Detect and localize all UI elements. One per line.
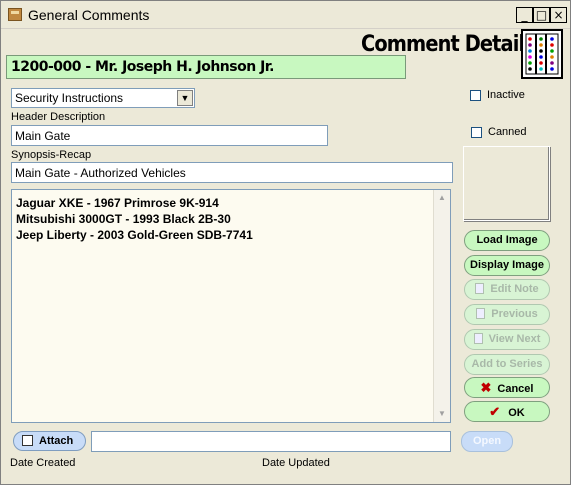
inactive-label: Inactive bbox=[487, 89, 525, 101]
chevron-down-icon[interactable]: ▼ bbox=[177, 90, 193, 106]
image-preview bbox=[463, 146, 550, 221]
category-select-value: Security Instructions bbox=[15, 91, 124, 105]
ok-label: OK bbox=[508, 407, 525, 419]
header-description-label: Header Description bbox=[11, 111, 106, 123]
attach-button[interactable]: Attach bbox=[13, 431, 86, 451]
paperclip-document-icon bbox=[22, 435, 33, 446]
attach-label: Attach bbox=[39, 435, 74, 447]
x-mark-icon: ✖ bbox=[480, 380, 492, 395]
date-updated-label: Date Updated bbox=[262, 457, 330, 469]
scroll-up-icon[interactable]: ▲ bbox=[434, 190, 450, 206]
synopsis-input[interactable]: Main Gate - Authorized Vehicles bbox=[11, 162, 453, 183]
add-to-series-button[interactable]: Add to Series bbox=[464, 354, 550, 375]
cancel-button[interactable]: ✖ Cancel bbox=[464, 377, 550, 398]
comment-line: Mitsubishi 3000GT - 1993 Black 2B-30 bbox=[16, 212, 231, 226]
open-button[interactable]: Open bbox=[461, 431, 513, 452]
canned-checkbox[interactable] bbox=[471, 127, 482, 138]
load-image-button[interactable]: Load Image bbox=[464, 230, 550, 251]
app-icon bbox=[8, 8, 22, 21]
scroll-down-icon[interactable]: ▼ bbox=[434, 406, 450, 422]
header-description-input[interactable]: Main Gate bbox=[11, 125, 328, 146]
comment-scrollbar[interactable]: ▲ ▼ bbox=[433, 190, 450, 422]
previous-button[interactable]: Previous bbox=[464, 304, 550, 325]
edit-note-button[interactable]: Edit Note bbox=[464, 279, 550, 300]
inactive-checkbox[interactable] bbox=[470, 90, 481, 101]
comment-textarea[interactable]: Jaguar XKE - 1967 Primrose 9K-914 Mitsub… bbox=[11, 189, 451, 423]
load-image-label: Load Image bbox=[476, 234, 538, 246]
record-banner: 1200-000 - Mr. Joseph H. Johnson Jr. bbox=[6, 55, 406, 79]
page-title: Comment Detail bbox=[361, 32, 525, 57]
attach-path-input[interactable] bbox=[91, 431, 451, 452]
edit-note-label: Edit Note bbox=[490, 283, 539, 295]
open-label: Open bbox=[472, 435, 502, 447]
general-comments-window: General Comments _ □ × Comment Detail 12… bbox=[0, 0, 571, 485]
canned-label: Canned bbox=[488, 126, 527, 138]
document-icon bbox=[475, 283, 485, 294]
document-icon bbox=[473, 333, 483, 344]
window-title: General Comments bbox=[28, 7, 150, 23]
view-next-label: View Next bbox=[488, 333, 541, 345]
title-bar[interactable]: General Comments _ □ × bbox=[1, 1, 570, 29]
maximize-button[interactable]: □ bbox=[533, 7, 550, 23]
comment-line: Jeep Liberty - 2003 Gold-Green SDB-7741 bbox=[16, 228, 253, 242]
previous-label: Previous bbox=[491, 308, 538, 320]
add-to-series-label: Add to Series bbox=[471, 358, 543, 370]
document-icon bbox=[476, 308, 486, 319]
comment-line: Jaguar XKE - 1967 Primrose 9K-914 bbox=[16, 196, 219, 210]
category-select[interactable]: Security Instructions ▼ bbox=[11, 88, 195, 108]
display-image-label: Display Image bbox=[470, 259, 544, 271]
display-image-button[interactable]: Display Image bbox=[464, 255, 550, 276]
date-created-label: Date Created bbox=[10, 457, 76, 469]
comment-detail-logo-icon bbox=[521, 29, 563, 79]
cancel-label: Cancel bbox=[497, 383, 534, 395]
minimize-button[interactable]: _ bbox=[516, 7, 533, 23]
view-next-button[interactable]: View Next bbox=[464, 329, 550, 350]
ok-button[interactable]: ✔ OK bbox=[464, 401, 550, 422]
close-button[interactable]: × bbox=[550, 7, 567, 23]
synopsis-label: Synopsis-Recap bbox=[11, 149, 92, 161]
checkmark-icon: ✔ bbox=[489, 404, 501, 419]
